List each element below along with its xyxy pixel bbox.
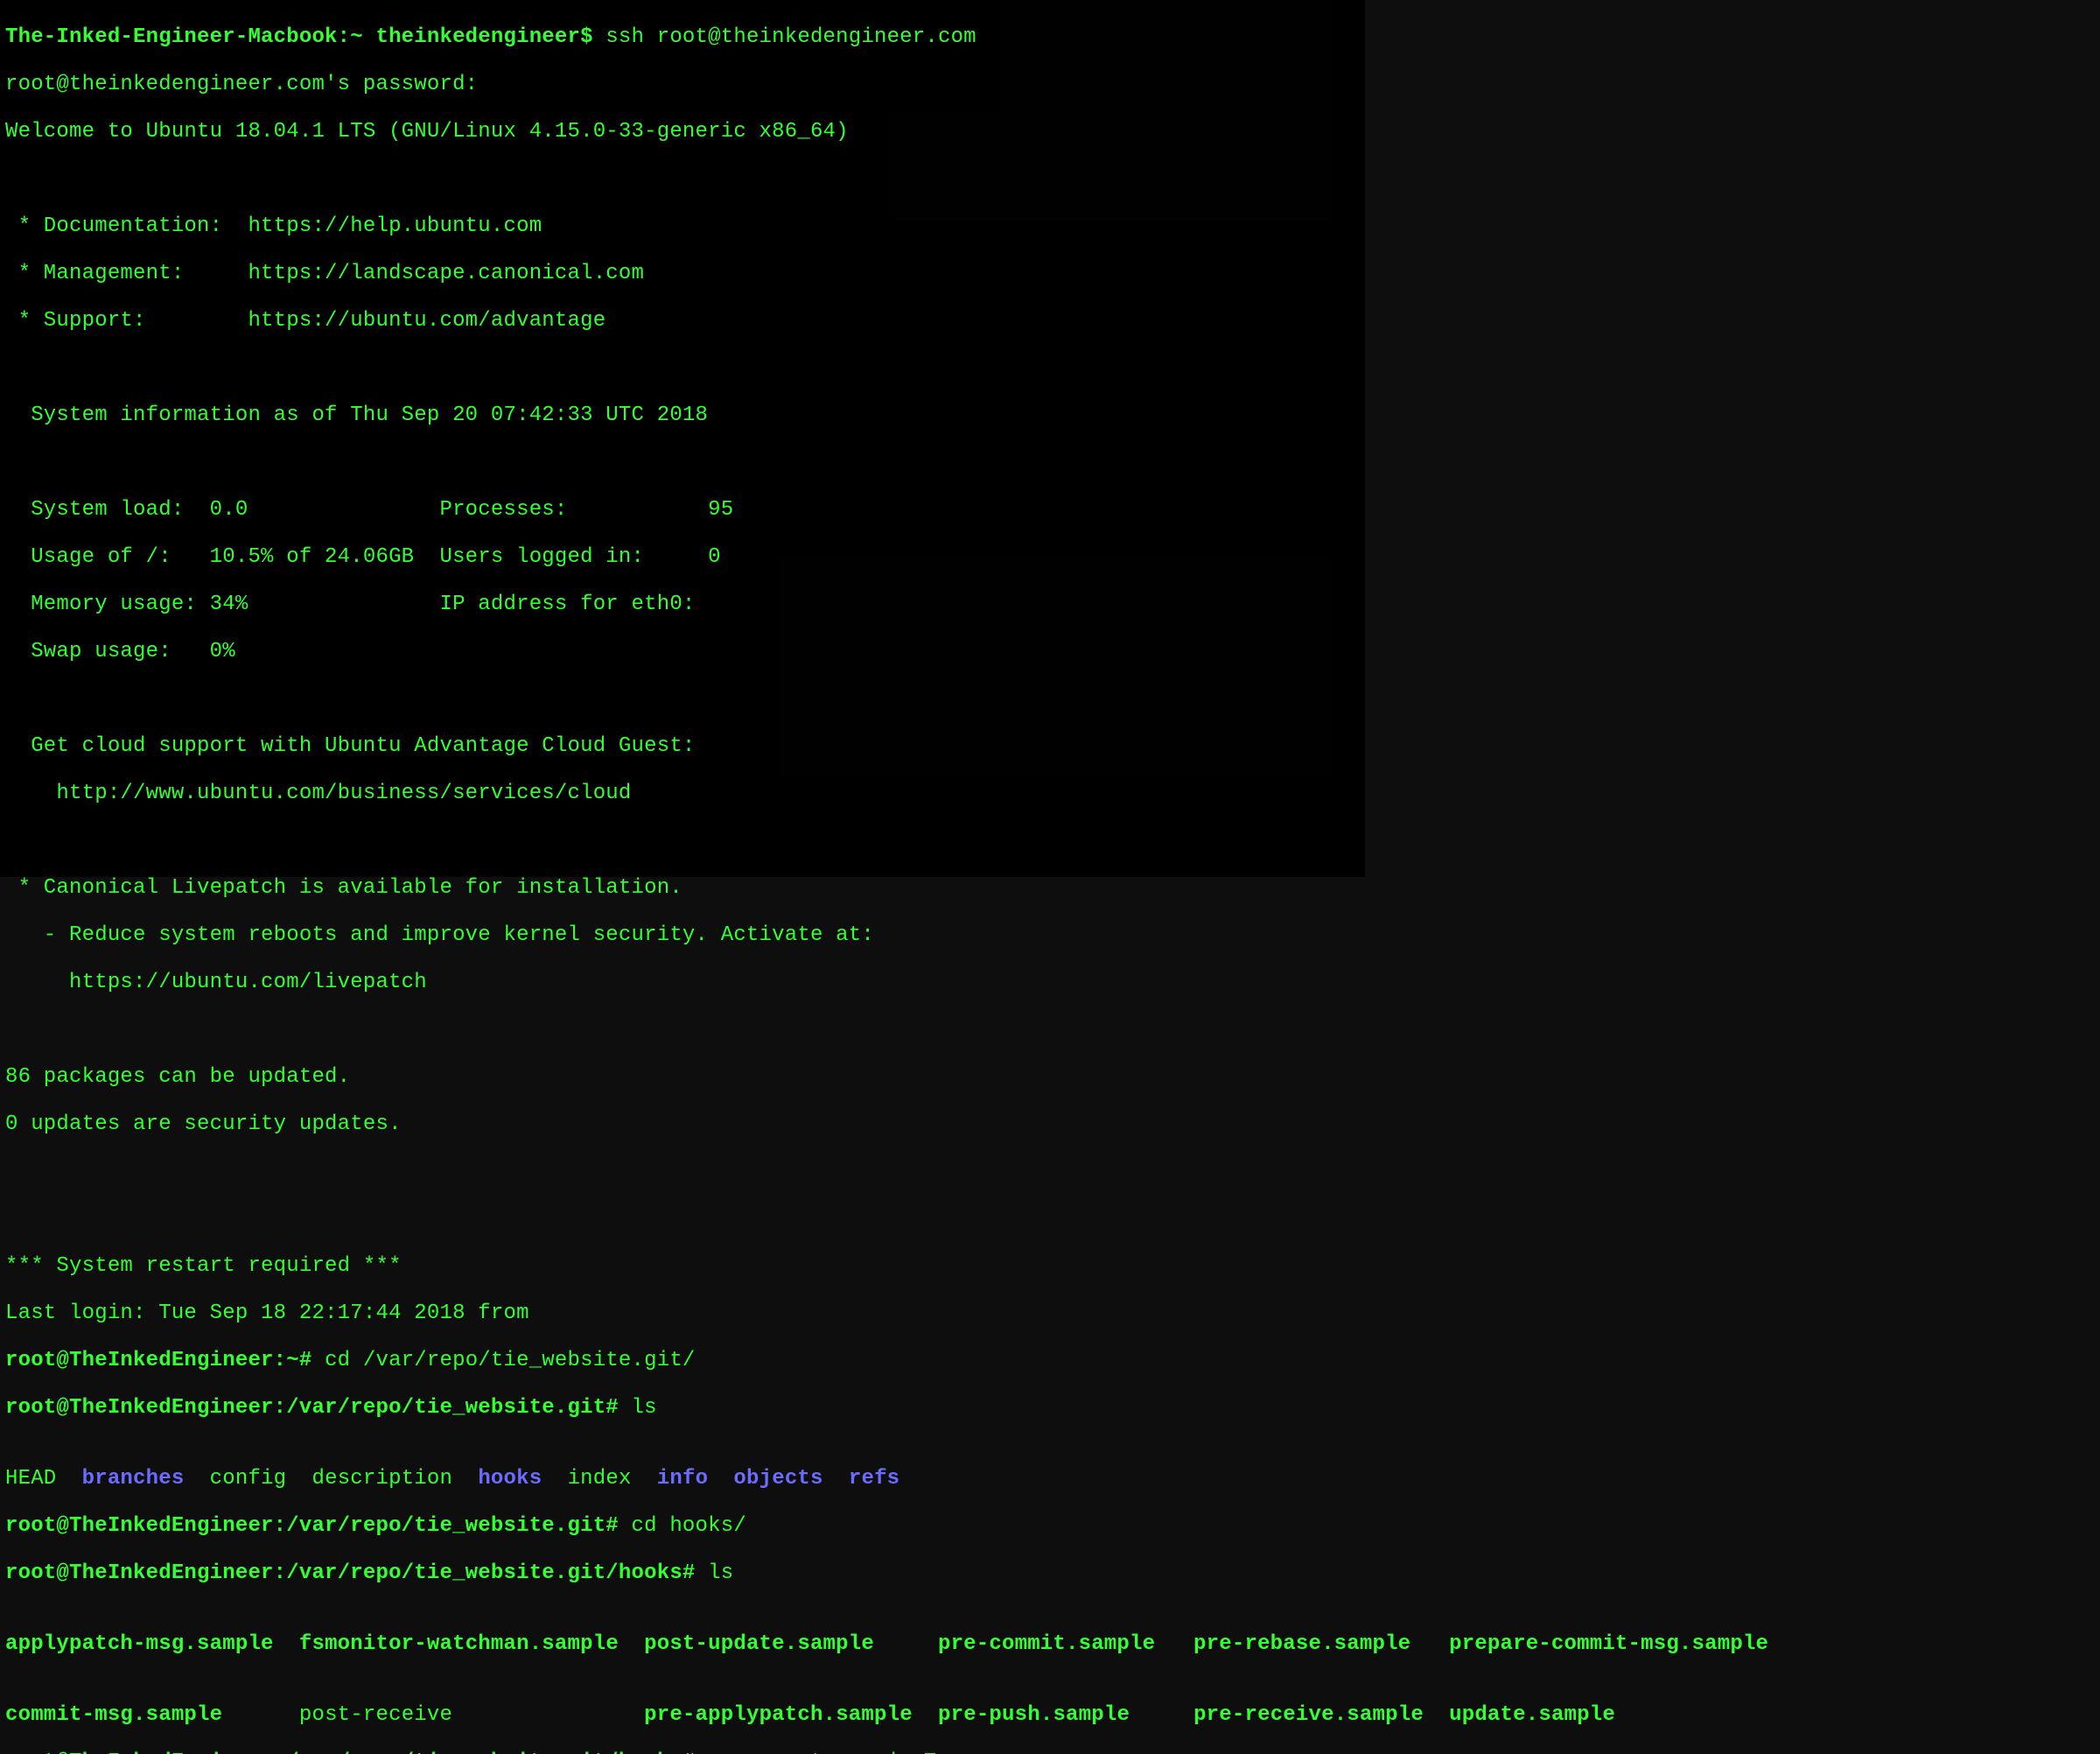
terminal-cursor <box>925 1753 935 1754</box>
hook-file-plain: post-receive <box>299 1703 452 1727</box>
remote-prompt: root@TheInkedEngineer:/var/repo/tie_webs… <box>5 1514 632 1538</box>
support-line: * Support: https://ubuntu.com/advantage <box>5 309 1360 333</box>
dir-refs: refs <box>849 1467 900 1491</box>
hook-file: commit-msg.sample <box>5 1703 222 1727</box>
terminal-line: The-Inked-Engineer-Macbook:~ theinkedeng… <box>5 25 1360 49</box>
livepatch-line: * Canonical Livepatch is available for i… <box>5 876 1360 900</box>
terminal-line: root@TheInkedEngineer:~# cd /var/repo/ti… <box>5 1349 1360 1372</box>
sysinfo-row: Memory usage: 34% IP address for eth0: <box>5 593 1360 616</box>
terminal-line: root@TheInkedEngineer:/var/repo/tie_webs… <box>5 1561 1360 1585</box>
cmd-ls: ls <box>708 1561 733 1585</box>
restart-line: *** System restart required *** <box>5 1254 1360 1278</box>
livepatch-line: - Reduce system reboots and improve kern… <box>5 923 1360 947</box>
cmd-ls: ls <box>632 1396 657 1420</box>
terminal-window[interactable]: The-Inked-Engineer-Macbook:~ theinkedeng… <box>0 0 1365 877</box>
dir-objects: objects <box>733 1467 822 1491</box>
terminal-line: root@TheInkedEngineer:/var/repo/tie_webs… <box>5 1514 1360 1538</box>
cloud-url: http://www.ubuntu.com/business/services/… <box>5 782 1360 805</box>
remote-prompt: root@TheInkedEngineer:/var/repo/tie_webs… <box>5 1750 708 1754</box>
cloud-line: Get cloud support with Ubuntu Advantage … <box>5 734 1360 758</box>
dir-info: info <box>657 1467 708 1491</box>
sysinfo-row: Swap usage: 0% <box>5 640 1360 663</box>
ls-output: HEAD branches config description hooks i… <box>5 1443 1360 1491</box>
sysinfo-row: System load: 0.0 Processes: 95 <box>5 498 1360 522</box>
ls-hooks-row: applypatch-msg.sample fsmonitor-watchman… <box>5 1609 1360 1656</box>
remote-prompt: root@TheInkedEngineer:~# <box>5 1349 325 1372</box>
pkg-line: 0 updates are security updates. <box>5 1112 1360 1136</box>
remote-prompt: root@TheInkedEngineer:/var/repo/tie_webs… <box>5 1396 632 1420</box>
sysinfo-row: Usage of /: 10.5% of 24.06GB Users logge… <box>5 545 1360 569</box>
welcome-line: Welcome to Ubuntu 18.04.1 LTS (GNU/Linux… <box>5 120 1360 144</box>
hook-file: pre-applypatch.sample <box>644 1703 913 1727</box>
last-login: Last login: Tue Sep 18 22:17:44 2018 fro… <box>5 1301 1360 1325</box>
pkg-line: 86 packages can be updated. <box>5 1065 1360 1089</box>
local-prompt: The-Inked-Engineer-Macbook:~ theinkedeng… <box>5 25 606 49</box>
terminal-line: root@TheInkedEngineer:/var/repo/tie_webs… <box>5 1750 1360 1754</box>
sysinfo-header: System information as of Thu Sep 20 07:4… <box>5 403 1360 427</box>
remote-prompt: root@TheInkedEngineer:/var/repo/tie_webs… <box>5 1561 708 1585</box>
hook-file: applypatch-msg.sample <box>5 1632 274 1656</box>
cmd-cd: cd /var/repo/tie_website.git/ <box>325 1349 695 1372</box>
cmd-cd: cd hooks/ <box>632 1514 746 1538</box>
cmd-nano: nano post-receive <box>708 1750 925 1754</box>
doc-line: * Documentation: https://help.ubuntu.com <box>5 214 1360 238</box>
mgmt-line: * Management: https://landscape.canonica… <box>5 262 1360 285</box>
ls-hooks-row: commit-msg.sample post-receive pre-apply… <box>5 1680 1360 1727</box>
password-prompt: root@theinkedengineer.com's password: <box>5 73 1360 96</box>
livepatch-url: https://ubuntu.com/livepatch <box>5 971 1360 994</box>
dir-branches: branches <box>82 1467 185 1491</box>
cmd-ssh: ssh root@theinkedengineer.com <box>606 25 976 49</box>
dir-hooks: hooks <box>478 1467 542 1491</box>
hook-file: post-update.sample <box>644 1632 874 1656</box>
terminal-line: root@TheInkedEngineer:/var/repo/tie_webs… <box>5 1396 1360 1420</box>
